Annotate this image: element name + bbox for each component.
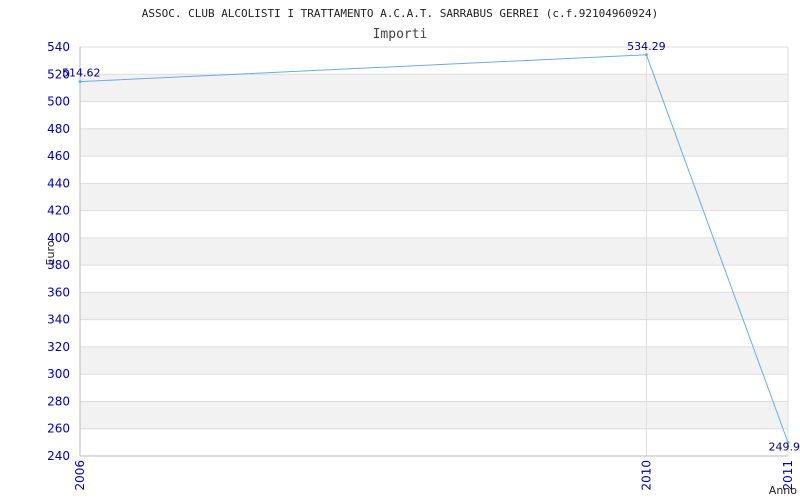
y-tick-label: 540 (47, 40, 70, 54)
y-tick-label: 340 (47, 313, 70, 327)
y-tick-label: 480 (47, 122, 70, 136)
data-point (78, 80, 82, 84)
y-tick-label: 420 (47, 204, 70, 218)
x-tick-label: 2010 (639, 460, 653, 491)
y-tick-label: 320 (47, 340, 70, 354)
data-label: 534.29 (627, 40, 666, 53)
grid-band (80, 292, 788, 320)
y-tick-label: 500 (47, 95, 70, 109)
chart-title: ASSOC. CLUB ALCOLISTI I TRATTAMENTO A.C.… (142, 7, 659, 20)
y-tick-label: 440 (47, 176, 70, 190)
y-tick-label: 300 (47, 367, 70, 381)
data-label: 514.62 (62, 67, 101, 80)
y-axis-label: Euro (44, 240, 57, 265)
y-tick-label: 460 (47, 149, 70, 163)
line-chart: 2402602803003203403603804004204404604805… (44, 7, 800, 497)
x-tick-labels: 2006 2010 2011 (73, 460, 795, 491)
grid-band (80, 237, 788, 266)
y-tick-label: 280 (47, 394, 70, 408)
y-tick-label: 360 (47, 285, 70, 299)
data-point (644, 53, 648, 57)
grid-band (80, 183, 788, 211)
grid-band (80, 401, 788, 429)
x-tick-label: 2006 (73, 460, 87, 491)
grid-band (80, 74, 788, 102)
y-tick-label: 260 (47, 422, 70, 436)
data-label: 249.9 (769, 441, 800, 454)
grid-band (80, 346, 788, 375)
grid-bands (80, 74, 788, 429)
y-tick-label: 240 (47, 449, 70, 463)
x-axis-label: Anno (769, 484, 797, 497)
chart-subtitle: Importi (373, 27, 428, 42)
